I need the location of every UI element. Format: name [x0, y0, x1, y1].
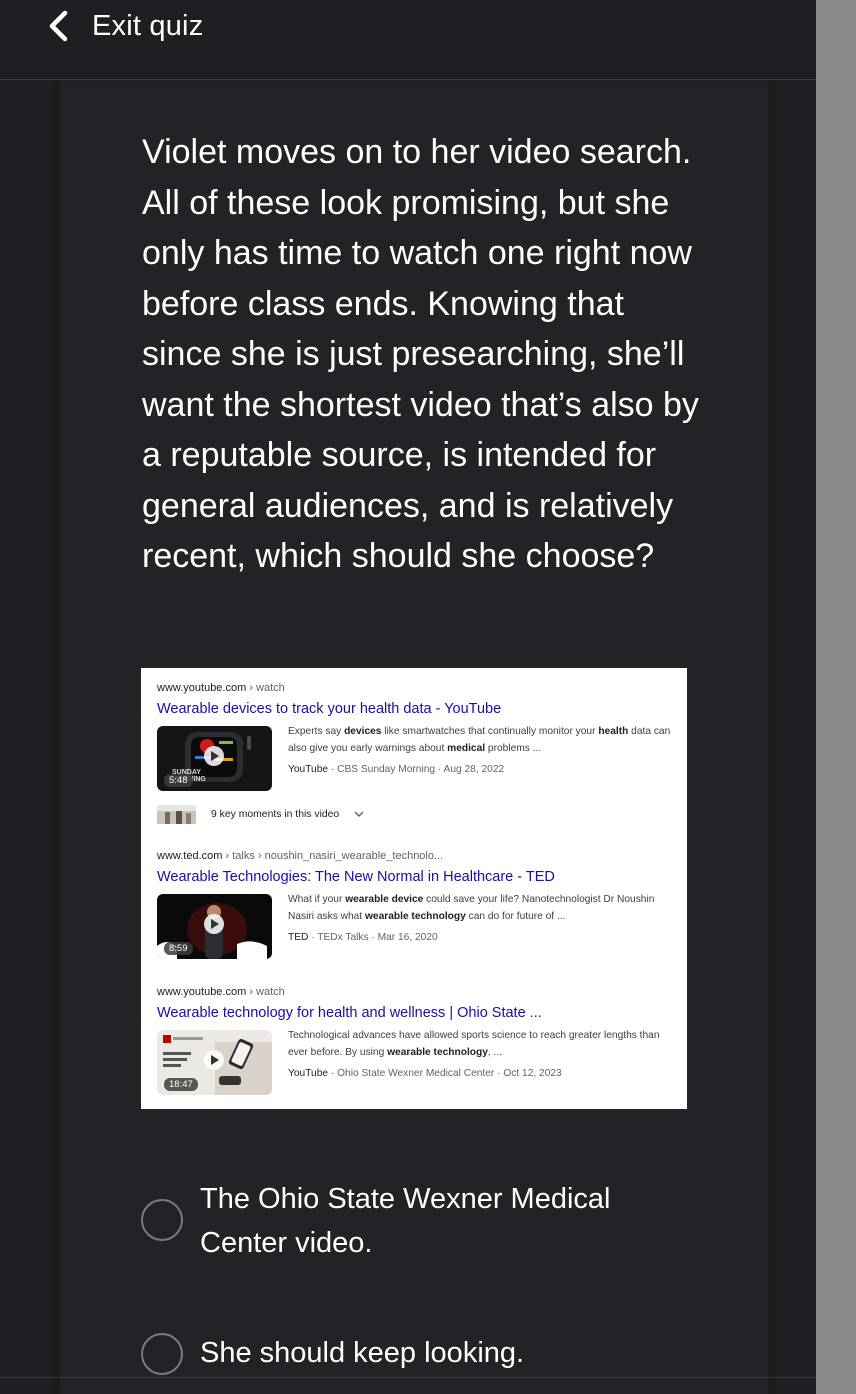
radio-button[interactable] [141, 1199, 183, 1241]
radio-button[interactable] [141, 1333, 183, 1375]
result-url: www.youtube.com › watch [157, 985, 677, 999]
result-domain: www.ted.com [157, 850, 223, 862]
video-thumbnail[interactable]: SUNDAY MORNING 5:48 [157, 726, 272, 791]
result-body: SUNDAY MORNING 5:48 Experts say devices … [157, 726, 677, 792]
exit-quiz-label: Exit quiz [92, 9, 204, 42]
chevron-down-icon [354, 811, 364, 817]
result-title-link[interactable]: Wearable technology for health and welln… [157, 1004, 677, 1022]
snippet-text: problems ... [485, 743, 542, 754]
snippet-text: can do for future of ... [465, 911, 566, 922]
result-domain: www.youtube.com [157, 682, 247, 694]
snippet-keyword: devices [344, 726, 382, 737]
chevron-left-icon [49, 10, 68, 42]
result-domain: www.youtube.com [157, 986, 247, 998]
key-moments-thumbnail [157, 804, 196, 824]
snippet-text: , ... [487, 1047, 503, 1058]
result-snippet: Experts say devices like smartwatches th… [288, 723, 678, 757]
bottom-divider [0, 1377, 816, 1378]
search-result: www.youtube.com › watch Wearable technol… [157, 985, 677, 1096]
snippet-text: Experts say [288, 726, 345, 737]
result-meta-details: · Ohio State Wexner Medical Center · Oct… [328, 1068, 562, 1079]
result-body: 8:59 What if your wearable device could … [157, 894, 677, 960]
left-rail-inner [60, 81, 90, 1394]
result-source: TED [288, 932, 309, 943]
search-results-image: www.youtube.com › watch Wearable devices… [141, 668, 687, 1109]
snippet-keyword: wearable device [345, 894, 424, 905]
result-source: YouTube [288, 1068, 329, 1079]
answer-option-keep-looking[interactable]: She should keep looking. [141, 1331, 670, 1375]
key-moments-toggle[interactable]: 9 key moments in this video [157, 804, 365, 824]
left-rail [52, 81, 60, 1394]
search-result: www.youtube.com › watch Wearable devices… [157, 681, 677, 792]
answer-option-ohio-state[interactable]: The Ohio State Wexner Medical Center vid… [141, 1177, 670, 1265]
result-meta: TED · TEDx Talks · Mar 16, 2020 [288, 932, 438, 943]
answer-option-label: The Ohio State Wexner Medical Center vid… [200, 1183, 611, 1259]
result-meta-details: · TEDx Talks · Mar 16, 2020 [308, 932, 438, 943]
snippet-keyword: wearable technology [387, 1047, 488, 1058]
result-path: › watch [246, 682, 285, 694]
answer-option-label: She should keep looking. [200, 1337, 525, 1369]
result-path: › talks › noushin_nasiri_wearable_techno… [222, 850, 444, 862]
result-path: › watch [246, 986, 285, 998]
quiz-screen: Exit quiz Violet moves on to her video s… [0, 0, 816, 1394]
snippet-keyword: medical [447, 743, 486, 754]
search-result: www.ted.com › talks › noushin_nasiri_wea… [157, 849, 677, 960]
snippet-keyword: health [598, 726, 629, 737]
result-body: 18:47 Technological advances have allowe… [157, 1030, 677, 1096]
video-duration: 18:47 [164, 1078, 198, 1091]
result-snippet: What if your wearable device could save … [288, 891, 678, 925]
result-meta: YouTube · Ohio State Wexner Medical Cent… [288, 1068, 562, 1079]
exit-quiz-button[interactable]: Exit quiz [40, 4, 203, 48]
result-meta-details: · CBS Sunday Morning · Aug 28, 2022 [328, 764, 505, 775]
result-title-link[interactable]: Wearable Technologies: The New Normal in… [157, 868, 677, 886]
quiz-header: Exit quiz [0, 0, 816, 80]
right-rail-inner [738, 81, 768, 1394]
result-snippet: Technological advances have allowed spor… [288, 1027, 678, 1061]
video-duration: 8:59 [164, 942, 193, 955]
result-url: www.ted.com › talks › noushin_nasiri_wea… [157, 849, 677, 863]
key-moments-label: 9 key moments in this video [211, 808, 340, 820]
result-meta: YouTube · CBS Sunday Morning · Aug 28, 2… [288, 764, 504, 775]
video-thumbnail[interactable]: 18:47 [157, 1030, 272, 1095]
scrollbar-track[interactable] [816, 0, 856, 1394]
snippet-keyword: wearable technology [365, 911, 466, 922]
question-text: Violet moves on to her video search. All… [142, 133, 699, 575]
snippet-text: What if your [288, 894, 346, 905]
result-source: YouTube [288, 764, 329, 775]
snippet-text: like smartwatches that continually monit… [381, 726, 599, 737]
video-thumbnail[interactable]: 8:59 [157, 894, 272, 959]
video-duration: 5:48 [164, 774, 193, 787]
result-title-link[interactable]: Wearable devices to track your health da… [157, 700, 677, 718]
right-rail [768, 81, 776, 1394]
result-url: www.youtube.com › watch [157, 681, 677, 695]
